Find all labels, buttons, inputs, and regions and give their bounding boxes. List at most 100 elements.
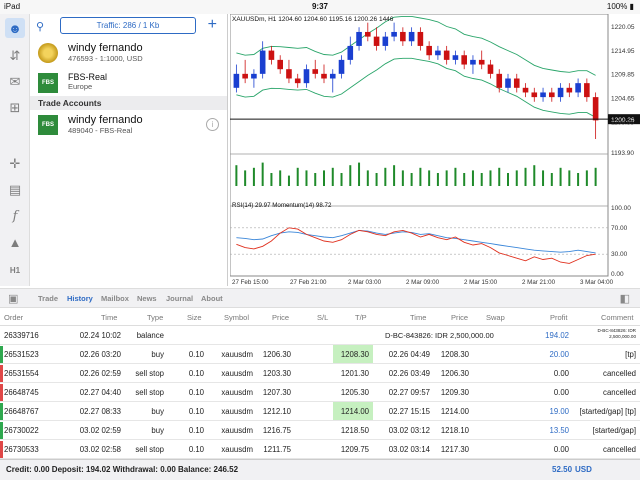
volume-bar	[454, 167, 457, 186]
tab-trade[interactable]: Trade	[38, 294, 58, 303]
row-close-time: 03.02 03:12	[388, 426, 430, 435]
candle-body	[294, 78, 301, 84]
volume-bar	[533, 165, 536, 186]
history-row[interactable]: 26648745 02.27 04:40 sell stop 0.10 xauusdm 1…	[0, 383, 640, 402]
row-open-time: 02.27 04:40	[79, 388, 121, 397]
candle-body	[268, 50, 275, 60]
history-row[interactable]: 26730533 03.02 02:58 sell stop 0.10 xauusdm 1…	[0, 440, 640, 459]
crosshair-icon[interactable]: ✛	[5, 154, 25, 174]
candle-body	[557, 87, 564, 98]
volume-bar	[349, 165, 352, 186]
server-region: Europe	[68, 82, 93, 91]
history-row[interactable]: 26531523 02.26 03:20 buy 0.10 xauusdm 1206.30…	[0, 345, 640, 364]
header-profit[interactable]: Profit	[550, 313, 568, 322]
volume-bar	[524, 167, 527, 186]
account-row-active[interactable]: windy fernando 476593 - 1:1000, USD	[30, 38, 227, 68]
objects-shapes-icon[interactable]: ▲	[5, 232, 25, 252]
volume-bar	[244, 170, 247, 186]
candle-body	[251, 73, 257, 79]
history-row[interactable]: 26531554 02.26 02:59 sell stop 0.10 xauusdm 1…	[0, 364, 640, 383]
row-profit: 0.00	[553, 369, 569, 378]
row-symbol: xauusdm	[221, 350, 253, 359]
section-title-trade-accounts: Trade Accounts	[30, 96, 227, 110]
row-close-time: 03.02 03:14	[388, 445, 430, 454]
tab-about[interactable]: About	[201, 294, 223, 303]
chart-canvas[interactable]: 1200.261220.051214.951209.851204.651199.…	[229, 13, 640, 286]
volume-bar	[463, 173, 466, 186]
volume-bar	[419, 167, 422, 186]
time-tick-label: 2 Mar 03:00	[348, 279, 382, 286]
fbs-logo-icon: FBS	[38, 73, 58, 93]
price-tick-label: 1204.65	[611, 96, 635, 103]
volume-bar	[515, 170, 518, 186]
row-symbol: xauusdm	[221, 407, 253, 416]
header-time[interactable]: Time	[101, 313, 117, 322]
row-order: 26648767	[4, 407, 39, 416]
layout-toggle-icon[interactable]: ◧	[620, 292, 630, 305]
volume-bar	[366, 170, 369, 186]
key-icon[interactable]: ⚲	[36, 20, 44, 33]
row-comment: [started/gap]	[592, 426, 636, 435]
header-close-time[interactable]: Time	[410, 313, 426, 322]
header-swap[interactable]: Swap	[486, 313, 505, 322]
header-comment[interactable]: Comment	[601, 313, 634, 322]
row-symbol: xauusdm	[221, 369, 253, 378]
volume-bar	[235, 165, 238, 186]
header-size[interactable]: Size	[187, 313, 202, 322]
row-comment: [tp]	[625, 350, 636, 359]
accounts-user-icon[interactable]: ☻	[5, 18, 25, 38]
balance-comment: D-BC-843826: IDR 2,500,000.00	[597, 328, 636, 339]
history-row[interactable]: 26730022 03.02 02:59 buy 0.10 xauusdm 1216.75…	[0, 421, 640, 440]
candle-body	[400, 31, 406, 42]
row-open-time: 02.24 10:02	[79, 331, 121, 340]
volume-bar	[331, 167, 334, 186]
chat-bubble-icon[interactable]: ✉	[5, 72, 25, 92]
header-close-price[interactable]: Price	[451, 313, 468, 322]
row-size: 0.10	[188, 350, 204, 359]
candle-body	[540, 92, 546, 98]
header-symbol[interactable]: Symbol	[224, 313, 249, 322]
header-sl[interactable]: S/L	[317, 313, 328, 322]
tab-journal[interactable]: Journal	[166, 294, 193, 303]
trade-arrows-icon[interactable]: ⇵	[5, 46, 25, 66]
info-icon[interactable]: i	[206, 118, 219, 131]
price-chart[interactable]: 1200.26 1220.05 1214.95 1209.85 1204.65 1199.…	[229, 13, 640, 286]
add-account-plus-icon[interactable]: +	[208, 16, 217, 34]
tab-news[interactable]: News	[137, 294, 157, 303]
row-size: 0.10	[188, 426, 204, 435]
history-row[interactable]: 26339716 02.24 10:02 balance 194.02 D-BC-843…	[0, 326, 640, 345]
terminal-icon[interactable]: ▣	[8, 292, 18, 305]
candle-body	[408, 31, 415, 42]
candle-body	[452, 55, 459, 60]
header-type[interactable]: Type	[147, 313, 163, 322]
trade-account-row[interactable]: FBS windy fernando 489040 - FBS-Real i	[30, 110, 227, 140]
volume-bar	[252, 167, 255, 186]
candle-body	[435, 50, 441, 56]
accounts-header: ⚲ Traffic: 286 / 1 Kb +	[30, 14, 227, 38]
new-order-plus-icon[interactable]: ⊞	[5, 98, 25, 118]
header-price[interactable]: Price	[272, 313, 289, 322]
indicator-tick-label: 30.00	[611, 251, 628, 258]
chart-title: XAUUSDm, H1 1204.60 1204.60 1195.16 1200…	[232, 16, 394, 23]
battery-percent: 100%	[606, 2, 628, 11]
header-order[interactable]: Order	[4, 313, 23, 322]
account-details: 476593 - 1:1000, USD	[68, 54, 143, 63]
traffic-button[interactable]: Traffic: 286 / 1 Kb	[60, 17, 196, 34]
price-tick-label: 1220.05	[611, 24, 635, 31]
row-close-price: 1214.00	[440, 407, 469, 416]
tab-history[interactable]: History	[67, 294, 93, 303]
candle-body	[303, 69, 310, 84]
timeframe-button[interactable]: H1	[5, 260, 25, 280]
price-tick-label: 1214.95	[611, 48, 635, 55]
history-row[interactable]: 26648767 02.27 08:33 buy 0.10 xauusdm 1212.10…	[0, 402, 640, 421]
server-row[interactable]: FBS FBS-Real Europe	[30, 68, 227, 96]
chart-type-icon[interactable]: ▤	[5, 180, 25, 200]
total-profit: 52.50	[552, 465, 573, 474]
row-order: 26730533	[4, 445, 39, 454]
candle-body	[566, 87, 573, 93]
row-open-time: 03.02 02:58	[79, 445, 121, 454]
row-status-flag	[0, 327, 3, 344]
indicators-f-icon[interactable]: f	[5, 206, 25, 226]
header-tp[interactable]: T/P	[355, 313, 367, 322]
tab-mailbox[interactable]: Mailbox	[101, 294, 129, 303]
